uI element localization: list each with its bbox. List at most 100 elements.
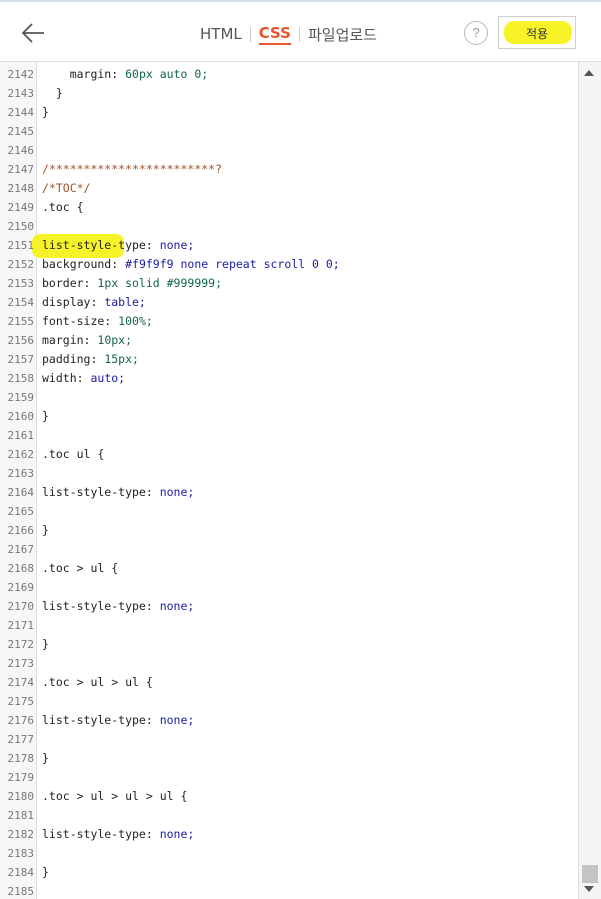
line-number: 2179 — [7, 771, 35, 784]
line-code: .toc > ul > ul { — [42, 675, 153, 689]
line-number: 2178 — [7, 752, 35, 765]
back-button[interactable] — [18, 20, 48, 46]
code-line[interactable]: 2176 list-style-type: none; — [0, 711, 578, 730]
line-number: 2180 — [7, 790, 35, 803]
line-number: 2151 — [7, 239, 35, 252]
line-number: 2183 — [7, 847, 35, 860]
line-number: 2152 — [7, 258, 35, 271]
line-code: } — [42, 409, 49, 423]
scrollbar-thumb[interactable] — [582, 865, 598, 883]
code-line[interactable]: 2173 — [0, 654, 578, 673]
line-number: 2163 — [7, 467, 35, 480]
code-line[interactable]: 2175 — [0, 692, 578, 711]
line-number: 2150 — [7, 220, 35, 233]
line-code: list-style-type: none; — [42, 827, 195, 841]
apply-button[interactable]: 적용 — [498, 16, 576, 49]
scroll-down-icon[interactable] — [584, 886, 594, 892]
line-number: 2170 — [7, 600, 35, 613]
code-line[interactable]: 2147 /************************? — [0, 160, 578, 179]
code-line[interactable]: 2160} — [0, 407, 578, 426]
code-line[interactable]: 2184} — [0, 863, 578, 882]
code-line[interactable]: 2185 — [0, 882, 578, 899]
line-number: 2149 — [7, 201, 35, 214]
code-lines: 2142 margin: 60px auto 0; 2143 } 2144} 2145… — [0, 65, 578, 899]
code-line[interactable]: 2182 list-style-type: none; — [0, 825, 578, 844]
line-number: 2154 — [7, 296, 35, 309]
line-code: border: 1px solid #999999; — [42, 276, 223, 290]
code-line[interactable]: 2178} — [0, 749, 578, 768]
code-line[interactable]: 2151 list-style-type: none; — [0, 236, 578, 255]
code-line[interactable]: 2144} — [0, 103, 578, 122]
code-line[interactable]: 2180 .toc > ul > ul > ul { — [0, 787, 578, 806]
code-line[interactable]: 2152 background: #f9f9f9 none repeat scro… — [0, 255, 578, 274]
line-code: } — [42, 86, 63, 100]
line-number: 2184 — [7, 866, 35, 879]
code-line[interactable]: 2164 list-style-type: none; — [0, 483, 578, 502]
code-line[interactable]: 2170 list-style-type: none; — [0, 597, 578, 616]
line-code: margin: 60px auto 0; — [42, 67, 209, 81]
scroll-up-icon[interactable] — [584, 70, 594, 76]
code-line[interactable]: 2165 — [0, 502, 578, 521]
code-line[interactable]: 2143 } — [0, 84, 578, 103]
vertical-scrollbar[interactable] — [578, 62, 601, 899]
code-line[interactable]: 2149 .toc { — [0, 198, 578, 217]
tab-html[interactable]: HTML — [200, 25, 242, 43]
code-line[interactable]: 2159 — [0, 388, 578, 407]
arrow-left-icon — [21, 23, 44, 43]
line-code: } — [42, 637, 49, 651]
line-number: 2173 — [7, 657, 35, 670]
tab-file-upload[interactable]: 파일업로드 — [308, 24, 377, 45]
tab-divider — [298, 26, 300, 42]
line-code: /*TOC*/ — [42, 181, 91, 195]
line-number: 2156 — [7, 334, 35, 347]
line-code: .toc { — [42, 200, 84, 214]
code-line[interactable]: 2166} — [0, 521, 578, 540]
line-code: list-style-type: none; — [42, 485, 195, 499]
tab-css[interactable]: CSS — [258, 24, 291, 45]
editor-tabs: HTML CSS 파일업로드 — [200, 22, 377, 46]
code-line[interactable]: 2167 — [0, 540, 578, 559]
line-code: font-size: 100%; — [42, 314, 153, 328]
line-code: } — [42, 865, 49, 879]
code-line[interactable]: 2168 .toc > ul { — [0, 559, 578, 578]
line-code: list-style-type: none; — [42, 238, 195, 252]
code-line[interactable]: 2179 — [0, 768, 578, 787]
code-line[interactable]: 2156 margin: 10px; — [0, 331, 578, 350]
code-line[interactable]: 2172} — [0, 635, 578, 654]
code-line[interactable]: 2154 display: table; — [0, 293, 578, 312]
code-line[interactable]: 2158 width: auto; — [0, 369, 578, 388]
code-line[interactable]: 2174 .toc > ul > ul { — [0, 673, 578, 692]
line-number: 2143 — [7, 87, 35, 100]
apply-button-label: 적용 — [525, 27, 549, 41]
code-line[interactable]: 2155 font-size: 100%; — [0, 312, 578, 331]
code-line[interactable]: 2171 — [0, 616, 578, 635]
line-code: } — [42, 751, 49, 765]
line-number: 2165 — [7, 505, 35, 518]
line-number: 2157 — [7, 353, 35, 366]
code-editor[interactable]: 2142 margin: 60px auto 0; 2143 } 2144} 2145… — [0, 62, 601, 899]
code-line[interactable]: 2161 — [0, 426, 578, 445]
code-line[interactable]: 2163 — [0, 464, 578, 483]
code-line[interactable]: 2162 .toc ul { — [0, 445, 578, 464]
code-line[interactable]: 2157 padding: 15px; — [0, 350, 578, 369]
code-line[interactable]: 2181 — [0, 806, 578, 825]
line-number: 2148 — [7, 182, 35, 195]
line-code: .toc > ul > ul > ul { — [42, 789, 188, 803]
code-line[interactable]: 2153 border: 1px solid #999999; — [0, 274, 578, 293]
code-line[interactable]: 2150 — [0, 217, 578, 236]
line-code: } — [42, 523, 49, 537]
help-button[interactable]: ? — [464, 21, 488, 45]
code-line[interactable]: 2145 — [0, 122, 578, 141]
line-number: 2172 — [7, 638, 35, 651]
line-number: 2161 — [7, 429, 35, 442]
line-number: 2145 — [7, 125, 35, 138]
code-line[interactable]: 2169 — [0, 578, 578, 597]
code-line[interactable]: 2146 — [0, 141, 578, 160]
code-line[interactable]: 2177 — [0, 730, 578, 749]
code-line[interactable]: 2142 margin: 60px auto 0; — [0, 65, 578, 84]
code-line[interactable]: 2183 — [0, 844, 578, 863]
line-code: list-style-type: none; — [42, 713, 195, 727]
code-line[interactable]: 2148 /*TOC*/ — [0, 179, 578, 198]
line-code: } — [42, 105, 49, 119]
line-code: display: table; — [42, 295, 146, 309]
